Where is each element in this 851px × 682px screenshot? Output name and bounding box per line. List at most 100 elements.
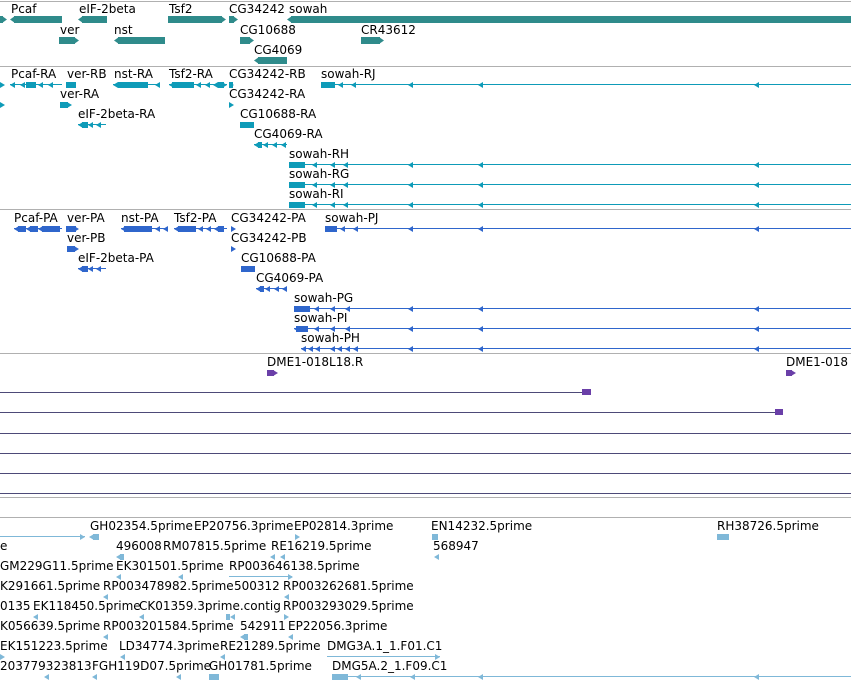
strand-arrow[interactable] <box>44 674 49 680</box>
strand-arrow[interactable] <box>38 226 43 232</box>
strand-arrow[interactable] <box>351 82 356 88</box>
exon-block[interactable] <box>93 534 99 540</box>
exon-block[interactable] <box>432 534 438 540</box>
strand-arrow[interactable] <box>229 102 234 108</box>
strand-arrow[interactable] <box>288 574 293 580</box>
strand-arrow[interactable] <box>308 346 313 352</box>
strand-arrow[interactable] <box>270 554 275 560</box>
strand-arrow[interactable] <box>220 654 225 660</box>
strand-arrow[interactable] <box>0 102 5 108</box>
strand-arrow[interactable] <box>222 82 227 88</box>
strand-arrow[interactable] <box>80 534 85 540</box>
strand-arrow[interactable] <box>206 226 211 232</box>
strand-arrow[interactable] <box>478 226 483 232</box>
strand-arrow[interactable] <box>231 226 236 232</box>
strand-arrow[interactable] <box>174 226 179 232</box>
strand-arrow[interactable] <box>754 346 759 352</box>
strand-arrow[interactable] <box>343 202 348 208</box>
strand-arrow[interactable] <box>478 202 483 208</box>
strand-arrow[interactable] <box>196 82 201 88</box>
exon-block[interactable] <box>18 226 26 232</box>
strand-arrow[interactable] <box>116 574 121 580</box>
strand-arrow[interactable] <box>754 306 759 312</box>
strand-arrow[interactable] <box>273 370 278 376</box>
strand-arrow[interactable] <box>754 674 759 680</box>
strand-arrow[interactable] <box>74 37 79 44</box>
strand-arrow[interactable] <box>343 182 348 188</box>
strand-arrow[interactable] <box>295 534 300 540</box>
exon-block[interactable] <box>120 554 124 560</box>
strand-arrow[interactable] <box>139 614 144 620</box>
strand-arrow[interactable] <box>754 162 759 168</box>
strand-arrow[interactable] <box>10 82 15 88</box>
strand-arrow[interactable] <box>230 614 235 620</box>
genome-browser-canvas[interactable] <box>0 0 851 682</box>
strand-arrow[interactable] <box>120 654 125 660</box>
strand-arrow[interactable] <box>48 82 53 88</box>
strand-arrow[interactable] <box>478 82 483 88</box>
exon-block[interactable] <box>258 142 262 148</box>
strand-arrow[interactable] <box>408 346 413 352</box>
strand-arrow[interactable] <box>96 122 101 128</box>
strand-arrow[interactable] <box>0 82 5 88</box>
strand-arrow[interactable] <box>26 226 31 232</box>
repeat-block[interactable] <box>775 409 783 415</box>
strand-arrow[interactable] <box>379 37 384 44</box>
strand-arrow[interactable] <box>169 82 174 88</box>
strand-arrow[interactable] <box>314 326 319 332</box>
strand-arrow[interactable] <box>340 226 345 232</box>
gene-track[interactable] <box>0 16 851 64</box>
exon-block[interactable] <box>82 16 107 23</box>
strand-arrow[interactable] <box>754 226 759 232</box>
strand-arrow[interactable] <box>330 182 335 188</box>
exon-block[interactable] <box>291 16 851 23</box>
strand-arrow[interactable] <box>478 346 483 352</box>
strand-arrow[interactable] <box>434 554 439 560</box>
strand-arrow[interactable] <box>38 82 43 88</box>
strand-arrow[interactable] <box>754 202 759 208</box>
strand-arrow[interactable] <box>754 82 759 88</box>
exon-block[interactable] <box>260 286 264 292</box>
strand-arrow[interactable] <box>478 162 483 168</box>
exon-block[interactable] <box>241 266 255 272</box>
exon-block[interactable] <box>267 370 274 376</box>
strand-arrow[interactable] <box>345 326 350 332</box>
exon-block[interactable] <box>59 37 75 44</box>
strand-arrow[interactable] <box>205 82 210 88</box>
strand-arrow[interactable] <box>353 346 358 352</box>
exon-block[interactable] <box>26 82 36 88</box>
strand-arrow[interactable] <box>408 162 413 168</box>
transcript-track[interactable] <box>0 82 851 208</box>
strand-arrow[interactable] <box>33 614 38 620</box>
strand-arrow[interactable] <box>0 654 5 660</box>
strand-arrow[interactable] <box>478 674 483 680</box>
strand-arrow[interactable] <box>96 266 101 272</box>
exon-block[interactable] <box>226 614 230 620</box>
exon-block[interactable] <box>218 226 224 232</box>
exon-block[interactable] <box>118 37 165 44</box>
exon-block[interactable] <box>332 674 348 680</box>
repeat-track[interactable] <box>0 370 851 494</box>
strand-arrow[interactable] <box>754 326 759 332</box>
strand-arrow[interactable] <box>408 306 413 312</box>
strand-arrow[interactable] <box>113 82 118 88</box>
exon-block[interactable] <box>67 246 75 252</box>
strand-arrow[interactable] <box>312 182 317 188</box>
strand-arrow[interactable] <box>231 246 236 252</box>
strand-arrow[interactable] <box>791 370 796 376</box>
strand-arrow[interactable] <box>478 182 483 188</box>
est-track[interactable] <box>0 534 851 680</box>
exon-block[interactable] <box>30 226 38 232</box>
strand-arrow[interactable] <box>155 226 160 232</box>
exon-block[interactable] <box>118 82 148 88</box>
strand-arrow[interactable] <box>345 306 350 312</box>
exon-block[interactable] <box>124 226 152 232</box>
exon-block[interactable] <box>244 634 248 640</box>
strand-arrow[interactable] <box>343 162 348 168</box>
exon-block[interactable] <box>172 82 194 88</box>
strand-arrow[interactable] <box>280 554 285 560</box>
exon-block[interactable] <box>66 82 76 88</box>
exon-block[interactable] <box>258 57 287 64</box>
repeat-block[interactable] <box>582 389 591 395</box>
strand-arrow[interactable] <box>74 226 79 232</box>
